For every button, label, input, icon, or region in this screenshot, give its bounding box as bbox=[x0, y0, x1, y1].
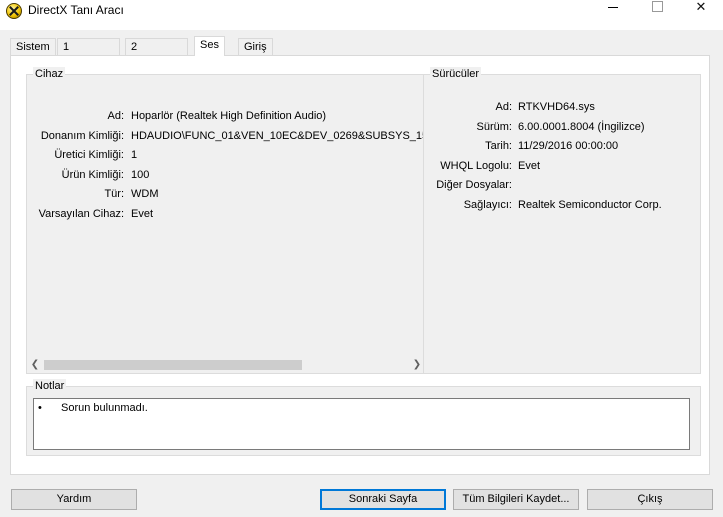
window-title: DirectX Tanı Aracı bbox=[28, 3, 124, 17]
tab-sistem[interactable]: Sistem bbox=[10, 38, 56, 55]
title-bar: DirectX Tanı Aracı ✕ bbox=[0, 0, 723, 30]
driver-label-name: Ad: bbox=[495, 101, 512, 113]
driver-row-date: Tarih: 11/29/2016 00:00:00 bbox=[424, 138, 700, 154]
maximize-icon bbox=[651, 1, 663, 13]
device-label-default: Varsayılan Cihaz: bbox=[38, 208, 124, 220]
directx-window: DirectX Tanı Aracı ✕ Sistem 1 Görüntüsü … bbox=[0, 0, 723, 517]
notes-group-title: Notlar bbox=[33, 379, 67, 393]
notes-textbox[interactable]: • Sorun bulunmadı. bbox=[33, 398, 690, 450]
device-fields: Ad: Hoparlör (Realtek High Definition Au… bbox=[27, 75, 425, 359]
driver-row-provider: Sağlayıcı: Realtek Semiconductor Corp. bbox=[424, 197, 700, 213]
driver-row-version: Sürüm: 6.00.0001.8004 (İngilizce) bbox=[424, 119, 700, 135]
close-button[interactable]: ✕ bbox=[678, 0, 723, 18]
drivers-group-title: Sürücüler bbox=[430, 67, 482, 81]
device-value-type: WDM bbox=[131, 188, 159, 200]
device-row-type: Tür: WDM bbox=[27, 186, 425, 202]
device-label-hardware-id: Donanım Kimliği: bbox=[40, 130, 124, 142]
driver-value-date: 11/29/2016 00:00:00 bbox=[518, 140, 619, 152]
driver-value-version: 6.00.0001.8004 (İngilizce) bbox=[518, 121, 645, 133]
help-button[interactable]: Yardım bbox=[11, 489, 137, 510]
device-value-manufacturer-id: 1 bbox=[131, 149, 138, 161]
maximize-button[interactable] bbox=[634, 0, 680, 18]
driver-label-other-files: Diğer Dosyalar: bbox=[436, 179, 512, 191]
device-row-manufacturer-id: Üretici Kimliği: 1 bbox=[27, 147, 425, 163]
directx-icon bbox=[6, 3, 22, 19]
next-page-button[interactable]: Sonraki Sayfa bbox=[320, 489, 446, 510]
bullet-icon: • bbox=[38, 402, 42, 414]
tab-input[interactable]: Giriş bbox=[238, 38, 273, 55]
device-row-name: Ad: Hoparlör (Realtek High Definition Au… bbox=[27, 108, 425, 124]
minimize-icon bbox=[608, 7, 618, 9]
device-row-product-id: Ürün Kimliği: 100 bbox=[27, 167, 425, 183]
device-label-name: Ad: bbox=[107, 110, 124, 122]
device-value-default: Evet bbox=[131, 208, 154, 220]
device-label-type: Tür: bbox=[104, 188, 124, 200]
driver-row-whql: WHQL Logolu: Evet bbox=[424, 158, 700, 174]
exit-button[interactable]: Çıkış bbox=[587, 489, 713, 510]
scrollbar-thumb[interactable] bbox=[44, 360, 302, 370]
chevron-left-icon[interactable]: ❮ bbox=[28, 358, 42, 372]
driver-label-whql: WHQL Logolu: bbox=[440, 160, 512, 172]
tab-display-1[interactable]: 1 Görüntüsü bbox=[57, 38, 121, 69]
driver-value-name: RTKVHD64.sys bbox=[518, 101, 595, 113]
device-group: Cihaz Ad: Hoparlör (Realtek High Definit… bbox=[26, 67, 426, 374]
save-all-info-button[interactable]: Tüm Bilgileri Kaydet... bbox=[453, 489, 579, 510]
tab-content-panel: Cihaz Ad: Hoparlör (Realtek High Definit… bbox=[10, 55, 710, 475]
driver-row-other-files: Diğer Dosyalar: bbox=[424, 177, 700, 193]
device-value-hardware-id: HDAUDIO\FUNC_01&VEN_10EC&DEV_0269&SUBSYS… bbox=[131, 130, 425, 142]
notes-group: Notlar • Sorun bulunmadı. bbox=[26, 379, 701, 456]
driver-value-whql: Evet bbox=[518, 160, 541, 172]
device-horizontal-scrollbar[interactable]: ❮ ❯ bbox=[28, 358, 424, 372]
device-label-manufacturer-id: Üretici Kimliği: bbox=[54, 149, 124, 161]
device-row-default: Varsayılan Cihaz: Evet bbox=[27, 206, 425, 222]
driver-label-version: Sürüm: bbox=[476, 121, 512, 133]
minimize-button[interactable] bbox=[590, 0, 636, 18]
tab-display-2[interactable]: 2 Görüntüsü bbox=[125, 38, 189, 69]
device-label-product-id: Ürün Kimliği: bbox=[61, 169, 124, 181]
chevron-right-icon[interactable]: ❯ bbox=[410, 358, 424, 372]
close-icon: ✕ bbox=[695, 0, 707, 14]
driver-label-date: Tarih: bbox=[485, 140, 512, 152]
device-value-name: Hoparlör (Realtek High Definition Audio) bbox=[131, 110, 327, 122]
drivers-group: Sürücüler Ad: RTKVHD64.sys Sürüm: 6.00.0… bbox=[423, 67, 701, 374]
driver-value-provider: Realtek Semiconductor Corp. bbox=[518, 199, 662, 211]
device-value-product-id: 100 bbox=[131, 169, 150, 181]
device-row-hardware-id: Donanım Kimliği: HDAUDIO\FUNC_01&VEN_10E… bbox=[27, 128, 425, 144]
note-item: Sorun bulunmadı. bbox=[61, 402, 148, 414]
driver-label-provider: Sağlayıcı: bbox=[463, 199, 512, 211]
tab-sound[interactable]: Ses bbox=[194, 36, 225, 56]
driver-row-name: Ad: RTKVHD64.sys bbox=[424, 99, 700, 115]
